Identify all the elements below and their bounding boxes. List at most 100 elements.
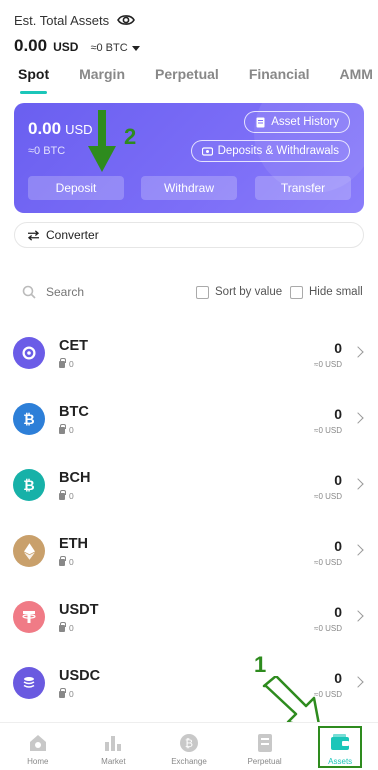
tab-margin[interactable]: Margin <box>79 66 125 94</box>
coin-symbol: CET <box>59 338 88 354</box>
card-btc-equivalent: ≈0 BTC <box>28 145 66 157</box>
nav-home-label: Home <box>27 757 49 766</box>
list-item-bch[interactable]: ₿ BCH 0 0 ≈0 USD <box>0 454 378 520</box>
locked-value: 0 <box>69 623 74 633</box>
locked-value: 0 <box>69 359 74 369</box>
search-icon <box>22 285 36 299</box>
coin-amount: 0 <box>334 670 342 686</box>
tab-amm[interactable]: AMM <box>340 66 373 94</box>
usdt-coin-icon <box>13 601 45 633</box>
hide-small-label: Hide small <box>309 286 363 298</box>
nav-market-label: Market <box>101 757 126 766</box>
asset-history-label: Asset History <box>271 116 339 128</box>
deposits-withdrawals-label: Deposits & Withdrawals <box>217 145 339 157</box>
locked-amount: 0 <box>59 489 74 501</box>
account-tabs: Spot Margin Perpetual Financial AMM <box>18 66 378 94</box>
coin-amount: 0 <box>334 472 342 488</box>
lock-icon <box>59 423 66 434</box>
lock-icon <box>59 357 66 368</box>
list-item-usdt[interactable]: USDT 0 0 ≈0 USD <box>0 586 378 652</box>
coin-symbol: BTC <box>59 404 89 420</box>
eye-icon[interactable] <box>117 13 136 27</box>
cet-coin-icon <box>13 337 45 369</box>
total-value: 0.00 <box>14 36 48 55</box>
locked-value: 0 <box>69 557 74 567</box>
tab-perpetual[interactable]: Perpetual <box>155 66 219 94</box>
lock-icon <box>59 621 66 632</box>
coin-usd-value: ≈0 USD <box>314 360 342 369</box>
locked-amount: 0 <box>59 423 74 435</box>
search-row: Sort by value Hide small <box>22 283 364 301</box>
perpetual-icon <box>257 734 272 752</box>
withdraw-button[interactable]: Withdraw <box>141 176 237 200</box>
coin-usd-value: ≈0 USD <box>314 624 342 633</box>
lock-icon <box>59 555 66 566</box>
converter-button[interactable]: Converter <box>14 222 364 248</box>
nav-exchange[interactable]: ₿ Exchange <box>151 723 227 770</box>
nav-home[interactable]: Home <box>0 723 76 770</box>
svg-text:₿: ₿ <box>185 737 193 750</box>
lock-icon <box>59 489 66 500</box>
coin-amount: 0 <box>334 538 342 554</box>
document-icon <box>256 117 265 127</box>
transfer-records-icon <box>201 146 213 156</box>
list-item-cet[interactable]: CET 0 0 ≈0 USD <box>0 322 378 388</box>
card-balance: 0.00 USD <box>28 119 93 139</box>
btc-coin-icon: ₿ <box>13 403 45 435</box>
locked-value: 0 <box>69 491 74 501</box>
swap-arrows-icon <box>27 229 40 241</box>
caret-down-icon <box>131 45 140 51</box>
sort-by-value-checkbox[interactable]: Sort by value <box>196 285 283 299</box>
nav-perpetual[interactable]: Perpetual <box>227 723 303 770</box>
est-total-label: Est. Total Assets <box>14 12 110 28</box>
nav-perpetual-label: Perpetual <box>247 757 282 766</box>
eth-coin-icon <box>13 535 45 567</box>
list-item-eth[interactable]: ETH 0 0 ≈0 USD <box>0 520 378 586</box>
hide-small-checkbox[interactable]: Hide small <box>290 285 363 299</box>
card-balance-value: 0.00 <box>28 119 62 138</box>
converter-label: Converter <box>46 228 99 242</box>
checkbox-icon <box>196 285 209 299</box>
chevron-right-icon <box>352 346 364 358</box>
exchange-icon: ₿ <box>179 734 198 752</box>
chevron-right-icon <box>352 544 364 556</box>
locked-amount: 0 <box>59 621 74 633</box>
lock-icon <box>59 687 66 698</box>
bch-coin-icon: ₿ <box>13 469 45 501</box>
coin-usd-value: ≈0 USD <box>314 426 342 435</box>
nav-market[interactable]: Market <box>76 723 152 770</box>
annotation-step-2: 2 <box>124 124 137 149</box>
deposits-withdrawals-button[interactable]: Deposits & Withdrawals <box>190 140 350 162</box>
transfer-button[interactable]: Transfer <box>255 176 351 200</box>
sort-by-value-label: Sort by value <box>215 286 283 298</box>
market-icon <box>105 736 122 751</box>
spot-balance-card: 0.00 USD ≈0 BTC Asset History Deposits &… <box>14 103 364 213</box>
chevron-right-icon <box>352 478 364 490</box>
coin-symbol: USDT <box>59 602 99 618</box>
annotation-step-1: 1 <box>254 652 267 677</box>
chevron-right-icon <box>352 412 364 424</box>
coin-amount: 0 <box>334 340 342 356</box>
annotation-arrow-down-icon <box>88 110 116 172</box>
locked-value: 0 <box>69 689 74 699</box>
btc-equivalent-dropdown[interactable]: ≈0 BTC <box>90 42 140 54</box>
coin-amount: 0 <box>334 604 342 620</box>
chevron-right-icon <box>352 676 364 688</box>
coin-symbol: BCH <box>59 470 91 486</box>
locked-value: 0 <box>69 425 74 435</box>
header: Est. Total Assets 0.00 USD ≈0 BTC <box>14 10 364 56</box>
btc-equivalent-value: ≈0 BTC <box>90 42 128 54</box>
asset-history-button[interactable]: Asset History <box>244 111 350 133</box>
locked-amount: 0 <box>59 555 74 567</box>
deposit-button[interactable]: Deposit <box>28 176 124 200</box>
coin-symbol: ETH <box>59 536 88 552</box>
chevron-right-icon <box>352 610 364 622</box>
usdc-coin-icon <box>13 667 45 699</box>
annotation-highlight-box <box>318 726 362 768</box>
tab-spot[interactable]: Spot <box>18 66 49 94</box>
coin-usd-value: ≈0 USD <box>314 558 342 567</box>
tab-financial[interactable]: Financial <box>249 66 310 94</box>
list-item-btc[interactable]: ₿ BTC 0 0 ≈0 USD <box>0 388 378 454</box>
coin-list: CET 0 0 ≈0 USD ₿ BTC 0 0 ≈0 USD ₿ BCH 0 … <box>0 322 378 718</box>
search-input[interactable] <box>46 285 186 299</box>
